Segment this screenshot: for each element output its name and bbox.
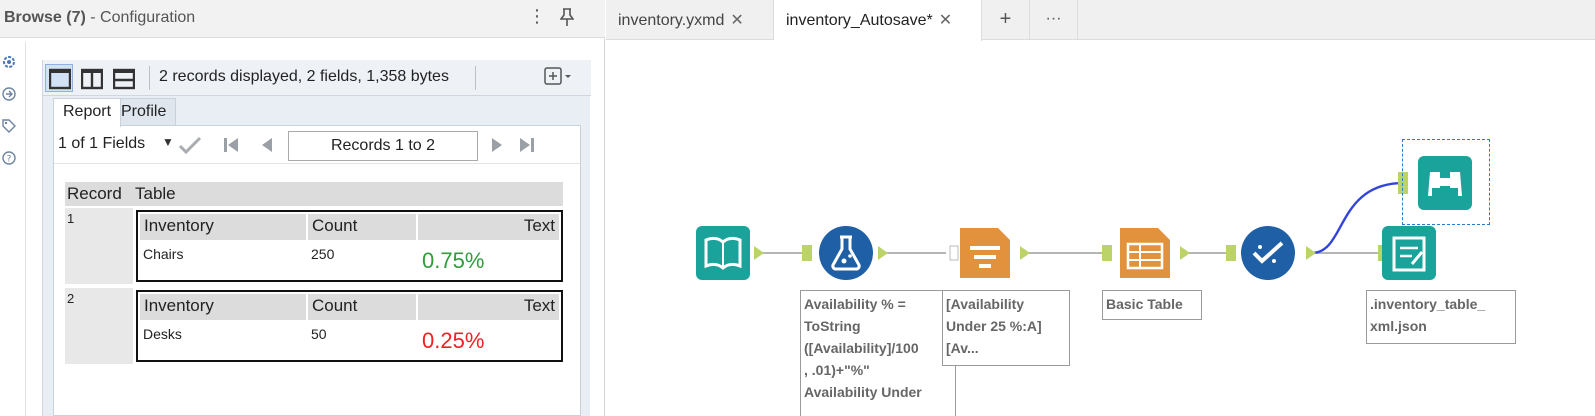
tag-icon[interactable] [0, 118, 18, 136]
close-icon[interactable]: ✕ [939, 12, 952, 29]
add-tab-button[interactable]: + [982, 0, 1030, 40]
grid-header: Record Table [65, 182, 563, 206]
tab-inventory-autosave[interactable]: inventory_Autosave* ✕ [774, 0, 982, 41]
split-horizontal-button[interactable] [109, 64, 137, 92]
configuration-panel: Browse (7) - Configuration ⋮ ? 2 records… [0, 0, 605, 416]
records-range-field[interactable]: Records 1 to 2 [288, 131, 478, 161]
panel-title-section: - Configuration [85, 9, 196, 26]
cell-text-percentage: 0.25% [422, 328, 485, 353]
close-icon[interactable]: ✕ [730, 12, 743, 29]
pin-icon[interactable] [559, 8, 575, 31]
more-tabs-button[interactable]: ··· [1030, 0, 1078, 40]
tab-label: inventory_Autosave* [786, 12, 933, 29]
output-data-tool[interactable] [1382, 226, 1436, 280]
more-options-icon[interactable]: ⋮ [528, 6, 546, 27]
single-view-button[interactable] [45, 64, 73, 92]
workflow-canvas[interactable]: Availability % = ToString ([Availability… [606, 41, 1595, 416]
inner-header-count: Count [308, 294, 416, 320]
tab-inventory-yxmd[interactable]: inventory.yxmd ✕ [606, 0, 774, 40]
records-summary: 2 records displayed, 2 fields, 1,358 byt… [159, 68, 449, 85]
panel-header: Browse (7) - Configuration ⋮ [0, 0, 605, 38]
tab-report[interactable]: Report [53, 98, 122, 127]
output-annotation[interactable]: .inventory_table_ xml.json [1366, 290, 1516, 344]
table-row[interactable]: 2 Inventory Count Text Desks 50 0.25% [65, 288, 563, 364]
panel-title-tool: Browse (7) [4, 9, 86, 26]
formula-tool[interactable] [818, 225, 873, 280]
header-record: Record [67, 184, 122, 203]
side-icon-strip: ? [0, 42, 26, 416]
cell-count: 50 [311, 326, 327, 342]
next-record-icon[interactable] [490, 136, 504, 159]
inner-header-inventory: Inventory [140, 214, 306, 240]
table-annotation[interactable]: Basic Table [1102, 290, 1202, 320]
header-table: Table [135, 184, 176, 203]
last-record-icon[interactable] [518, 136, 536, 159]
nested-table: Inventory Count Text Chairs 250 0.75% [136, 210, 563, 282]
toolbar-separator [475, 66, 476, 90]
table-row[interactable]: 1 Inventory Count Text Chairs 250 0.75% [65, 208, 563, 284]
inner-header-text: Text [418, 214, 559, 240]
fields-selector[interactable]: 1 of 1 Fields [58, 135, 145, 153]
nested-table: Inventory Count Text Desks 50 0.25% [136, 290, 563, 362]
report-view: 1 of 1 Fields ▼ Records 1 to 2 Record Ta… [53, 125, 581, 416]
browse-toolbar: 2 records displayed, 2 fields, 1,358 byt… [43, 60, 591, 96]
cell-count: 250 [311, 246, 335, 262]
cell-text-percentage: 0.75% [422, 248, 485, 273]
filter-tool[interactable] [958, 226, 1012, 280]
tab-label: inventory.yxmd [618, 12, 725, 29]
panel-title: Browse (7) - Configuration [4, 9, 195, 27]
connection-icon[interactable] [0, 86, 18, 104]
document-tabs: inventory.yxmd ✕ inventory_Autosave* ✕ + ·… [606, 0, 1595, 41]
inner-header-text: Text [418, 294, 559, 320]
record-navigation: 1 of 1 Fields ▼ Records 1 to 2 [54, 126, 580, 164]
cell-inventory: Desks [143, 326, 182, 342]
inner-header-count: Count [308, 214, 416, 240]
gear-icon[interactable] [0, 54, 18, 72]
record-number: 2 [65, 288, 133, 364]
workflow-area: inventory.yxmd ✕ inventory_Autosave* ✕ + ·… [606, 0, 1595, 416]
test-tool[interactable] [1240, 225, 1295, 280]
browse-tool[interactable] [1418, 156, 1472, 210]
app-window: Browse (7) - Configuration ⋮ ? 2 records… [0, 0, 1595, 416]
formula-annotation[interactable]: Availability % = ToString ([Availability… [800, 290, 956, 416]
first-record-icon[interactable] [222, 136, 240, 159]
svg-text:?: ? [7, 155, 12, 165]
cell-inventory: Chairs [143, 246, 184, 262]
previous-record-icon[interactable] [260, 136, 274, 159]
chevron-down-icon[interactable]: ▼ [162, 135, 174, 149]
checkmark-icon[interactable] [178, 135, 202, 160]
browse-config-area: 2 records displayed, 2 fields, 1,358 byt… [42, 60, 591, 416]
help-icon[interactable]: ? [0, 150, 18, 168]
filter-annotation[interactable]: [Availability Under 25 %:A] [Av... [942, 290, 1070, 366]
basic-table-tool[interactable] [1118, 226, 1172, 280]
inner-header-inventory: Inventory [140, 294, 306, 320]
workflow-connections [754, 172, 1408, 261]
input-data-tool[interactable] [696, 226, 750, 280]
split-vertical-button[interactable] [77, 64, 105, 92]
table-options-menu[interactable] [543, 66, 573, 91]
toolbar-separator [149, 66, 150, 90]
record-number: 1 [65, 208, 133, 284]
